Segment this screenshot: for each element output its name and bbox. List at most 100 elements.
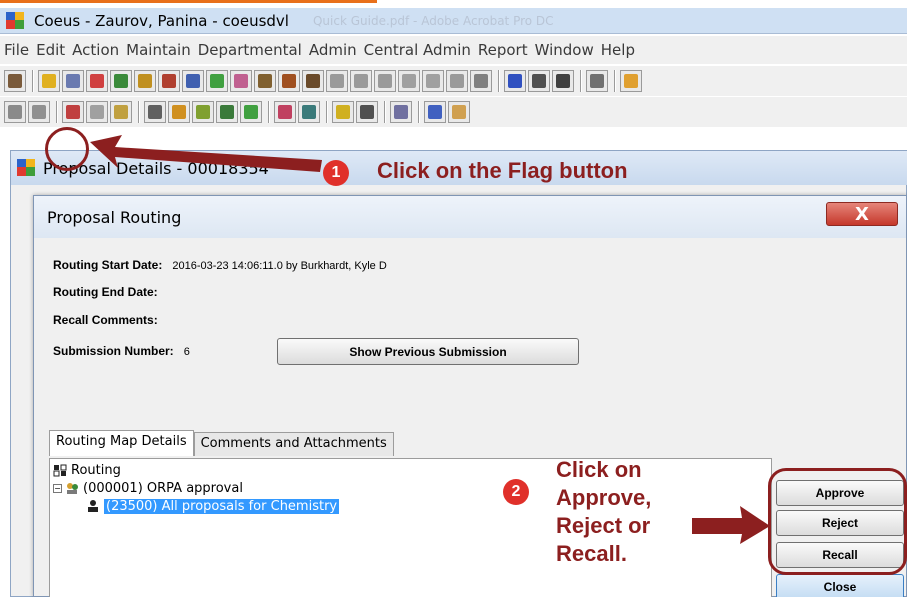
toolbar-button[interactable] <box>422 70 444 92</box>
toolbar-button[interactable] <box>326 70 348 92</box>
tree-node-chemistry[interactable]: (23500) All proposals for Chemistry <box>86 499 340 514</box>
menu-file[interactable]: File <box>4 41 29 59</box>
toolbar-button[interactable] <box>254 70 276 92</box>
tab-comments-and-attachments[interactable]: Comments and Attachments <box>193 432 394 456</box>
toolbar-button[interactable] <box>28 101 50 123</box>
collapse-icon[interactable]: − <box>53 484 62 493</box>
toolbar-button[interactable] <box>398 70 420 92</box>
toolbar-button[interactable] <box>586 70 608 92</box>
toolbar-icon <box>172 105 186 119</box>
recall-comments-label: Recall Comments: <box>53 313 158 327</box>
menu-window[interactable]: Window <box>535 41 594 59</box>
toolbar-icon <box>360 105 374 119</box>
toolbar-icon <box>508 74 522 88</box>
step2-line2: Approve, <box>556 485 652 510</box>
menu-action[interactable]: Action <box>72 41 119 59</box>
toolbar-button[interactable] <box>332 101 354 123</box>
toolbar-separator <box>326 101 328 123</box>
toolbar-button[interactable] <box>552 70 574 92</box>
step1-instruction: Click on the Flag button <box>377 158 628 183</box>
toolbar-button[interactable] <box>86 101 108 123</box>
dialog-title: Proposal Routing <box>47 207 182 227</box>
toolbar-button[interactable] <box>38 70 60 92</box>
toolbar-icon <box>452 105 466 119</box>
close-button[interactable]: Close <box>776 574 904 597</box>
toolbar-button[interactable] <box>134 70 156 92</box>
toolbar-button[interactable] <box>470 70 492 92</box>
toolbar-icon <box>196 105 210 119</box>
menu-departmental[interactable]: Departmental <box>198 41 302 59</box>
toolbar-button[interactable] <box>446 70 468 92</box>
toolbar-button[interactable] <box>4 101 26 123</box>
flag-button[interactable] <box>62 101 84 123</box>
toolbar-button[interactable] <box>110 70 132 92</box>
toolbar-button[interactable] <box>374 70 396 92</box>
toolbar-icon <box>90 105 104 119</box>
tree-node-root[interactable]: Routing <box>53 463 121 478</box>
tree-level2-label: (23500) All proposals for Chemistry <box>104 499 340 514</box>
toolbar-button[interactable] <box>350 70 372 92</box>
toolbar-button[interactable] <box>62 70 84 92</box>
toolbar-icon <box>556 74 570 88</box>
routing-tree: Routing − (000001) ORPA approval (23500) … <box>49 458 772 597</box>
toolbar-button[interactable] <box>168 101 190 123</box>
tab-routing-map-details[interactable]: Routing Map Details <box>49 430 194 456</box>
toolbar-icon <box>42 74 56 88</box>
toolbar-icon <box>624 74 638 88</box>
toolbar-button[interactable] <box>216 101 238 123</box>
toolbar-button[interactable] <box>86 70 108 92</box>
background-window-title: Quick Guide.pdf - Adobe Acrobat Pro DC <box>312 13 554 28</box>
toolbar-icon <box>114 74 128 88</box>
routing-start-row: Routing Start Date: 2016-03-23 14:06:11.0… <box>53 258 387 272</box>
show-previous-submission-button[interactable]: Show Previous Submission <box>277 338 579 365</box>
toolbar-button[interactable] <box>158 70 180 92</box>
toolbar-button[interactable] <box>278 70 300 92</box>
menu-help[interactable]: Help <box>601 41 635 59</box>
toolbar-icon <box>330 74 344 88</box>
toolbar-button[interactable] <box>298 101 320 123</box>
coeus-app-icon <box>6 11 26 30</box>
toolbar-button[interactable] <box>230 70 252 92</box>
menu-maintain[interactable]: Maintain <box>126 41 191 59</box>
toolbar-button[interactable] <box>302 70 324 92</box>
menu-report[interactable]: Report <box>478 41 528 59</box>
toolbar-separator <box>418 101 420 123</box>
coeus-app-icon <box>17 159 37 177</box>
toolbar-button[interactable] <box>206 70 228 92</box>
toolbar-separator <box>580 70 582 92</box>
toolbar-button[interactable] <box>620 70 642 92</box>
toolbar-icon <box>302 105 316 119</box>
toolbar-button[interactable] <box>528 70 550 92</box>
toolbar-button[interactable] <box>356 101 378 123</box>
secondary-toolbar <box>0 97 907 127</box>
toolbar-button[interactable] <box>390 101 412 123</box>
menu-edit[interactable]: Edit <box>36 41 65 59</box>
toolbar-button[interactable] <box>424 101 446 123</box>
step1-arrow <box>90 135 322 172</box>
toolbar-icon <box>220 105 234 119</box>
toolbar-separator <box>498 70 500 92</box>
toolbar-button[interactable] <box>182 70 204 92</box>
toolbar-button[interactable] <box>144 101 166 123</box>
tree-node-orpa-approval[interactable]: − (000001) ORPA approval <box>53 481 243 496</box>
toolbar-icon <box>402 74 416 88</box>
routing-start-value: 2016-03-23 14:06:11.0 by Burkhardt, Kyle… <box>172 260 387 272</box>
toolbar-button[interactable] <box>192 101 214 123</box>
toolbar-button[interactable] <box>504 70 526 92</box>
toolbar-separator <box>56 101 58 123</box>
toolbar-separator <box>384 101 386 123</box>
step2-arrow <box>692 506 770 544</box>
toolbar-button[interactable] <box>110 101 132 123</box>
toolbar-icon <box>162 74 176 88</box>
toolbar-button[interactable] <box>4 70 26 92</box>
toolbar-button[interactable] <box>448 101 470 123</box>
menu-bar: File Edit Action Maintain Departmental A… <box>0 36 907 64</box>
dialog-close-button[interactable]: X <box>826 202 898 226</box>
toolbar-button[interactable] <box>240 101 262 123</box>
menu-admin[interactable]: Admin <box>309 41 357 59</box>
toolbar-icon <box>336 105 350 119</box>
menu-central-admin[interactable]: Central Admin <box>364 41 471 59</box>
toolbar-icon <box>8 74 22 88</box>
toolbar-button[interactable] <box>274 101 296 123</box>
toolbar-icon <box>394 105 408 119</box>
